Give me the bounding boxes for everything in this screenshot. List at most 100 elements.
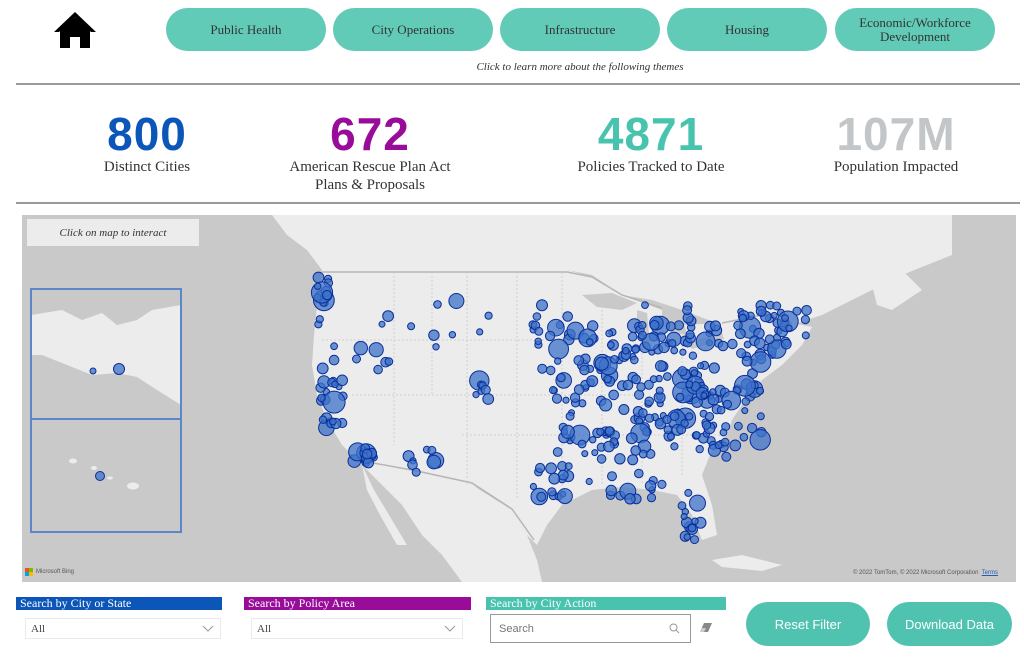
city-marker[interactable] [545, 365, 556, 376]
city-marker[interactable] [411, 467, 421, 477]
city-marker[interactable] [536, 491, 547, 502]
city-marker[interactable] [537, 363, 548, 374]
city-marker[interactable] [738, 314, 747, 323]
city-marker[interactable] [316, 362, 329, 375]
city-marker[interactable] [322, 390, 346, 414]
city-marker[interactable] [685, 380, 694, 389]
eraser-icon[interactable] [700, 623, 712, 632]
city-marker[interactable] [692, 431, 701, 440]
city-marker[interactable] [556, 373, 566, 383]
city-marker[interactable] [482, 393, 495, 405]
city-marker[interactable] [741, 407, 749, 415]
city-marker[interactable] [679, 348, 687, 356]
city-marker[interactable] [736, 348, 747, 359]
city-marker[interactable] [649, 320, 660, 331]
city-marker[interactable] [739, 432, 749, 442]
city-marker[interactable] [560, 424, 575, 439]
city-marker[interactable] [544, 330, 556, 342]
hawaii-inset[interactable] [30, 418, 182, 533]
city-marker[interactable] [586, 375, 599, 388]
city-marker[interactable] [741, 355, 753, 367]
city-marker[interactable] [688, 351, 698, 360]
city-marker[interactable] [353, 340, 368, 356]
home-button[interactable] [52, 10, 98, 50]
city-marker[interactable] [655, 360, 667, 372]
city-state-dropdown[interactable]: All [25, 618, 221, 639]
city-marker[interactable] [677, 501, 687, 511]
city-marker[interactable] [695, 444, 704, 454]
city-marker[interactable] [565, 411, 575, 421]
city-marker[interactable] [665, 321, 676, 332]
city-marker[interactable] [667, 432, 675, 441]
city-marker[interactable] [673, 320, 685, 331]
city-marker[interactable] [754, 337, 766, 350]
city-marker[interactable] [562, 311, 574, 322]
city-marker[interactable] [577, 439, 587, 449]
city-marker[interactable] [641, 301, 649, 309]
city-marker[interactable] [545, 462, 557, 475]
city-marker[interactable] [534, 337, 542, 346]
city-marker[interactable] [729, 439, 742, 452]
city-marker[interactable] [618, 404, 630, 415]
city-marker[interactable] [564, 462, 573, 471]
city-marker[interactable] [373, 364, 383, 375]
city-marker[interactable] [770, 311, 778, 319]
city-marker[interactable] [646, 493, 657, 503]
city-marker[interactable] [756, 412, 765, 421]
city-marker[interactable] [644, 413, 655, 423]
city-marker[interactable] [663, 372, 672, 381]
city-marker[interactable] [534, 326, 544, 336]
city-marker[interactable] [426, 454, 442, 470]
city-marker[interactable] [727, 338, 738, 350]
city-marker[interactable] [746, 422, 758, 434]
city-marker[interactable] [314, 282, 322, 290]
city-marker[interactable] [614, 453, 626, 465]
city-marker[interactable] [627, 454, 639, 466]
city-marker[interactable] [687, 523, 697, 533]
city-marker[interactable] [756, 386, 765, 395]
city-marker[interactable] [733, 320, 743, 331]
theme-infrastructure-button[interactable]: Infrastructure [500, 8, 660, 51]
city-marker[interactable] [684, 488, 693, 497]
city-marker[interactable] [315, 315, 324, 324]
city-marker[interactable] [670, 346, 679, 355]
city-marker[interactable] [606, 341, 615, 349]
city-marker[interactable] [680, 513, 688, 520]
city-marker[interactable] [701, 420, 712, 430]
city-marker[interactable] [697, 362, 704, 370]
city-marker[interactable] [634, 468, 644, 479]
city-marker[interactable] [682, 305, 693, 316]
city-marker[interactable] [547, 487, 557, 497]
city-marker[interactable] [448, 293, 465, 309]
reset-filter-button[interactable]: Reset Filter [746, 602, 870, 646]
city-marker[interactable] [680, 419, 689, 428]
city-marker[interactable] [722, 399, 733, 409]
city-marker[interactable] [562, 396, 570, 404]
city-marker[interactable] [476, 328, 484, 336]
city-marker[interactable] [624, 493, 636, 505]
city-marker[interactable] [378, 320, 386, 328]
city-marker[interactable] [764, 334, 775, 345]
city-marker[interactable] [710, 320, 721, 332]
city-marker[interactable] [596, 454, 607, 464]
city-marker[interactable] [631, 374, 641, 385]
city-marker[interactable] [720, 437, 730, 447]
city-marker[interactable] [755, 305, 767, 317]
city-marker[interactable] [407, 322, 416, 331]
city-marker[interactable] [552, 447, 563, 457]
city-marker[interactable] [472, 391, 480, 399]
city-marker[interactable] [683, 533, 691, 541]
city-marker[interactable] [622, 347, 630, 355]
theme-city-operations-button[interactable]: City Operations [333, 8, 493, 51]
theme-public-health-button[interactable]: Public Health [166, 8, 326, 51]
city-marker[interactable] [792, 306, 802, 316]
city-marker[interactable] [328, 354, 340, 366]
city-marker[interactable] [691, 517, 699, 525]
policy-area-dropdown[interactable]: All [251, 618, 463, 639]
city-marker[interactable] [448, 331, 457, 339]
city-marker[interactable] [548, 338, 569, 360]
city-marker[interactable] [630, 445, 642, 456]
download-data-button[interactable]: Download Data [887, 602, 1012, 646]
city-marker[interactable] [368, 342, 384, 358]
city-marker[interactable] [781, 314, 789, 322]
